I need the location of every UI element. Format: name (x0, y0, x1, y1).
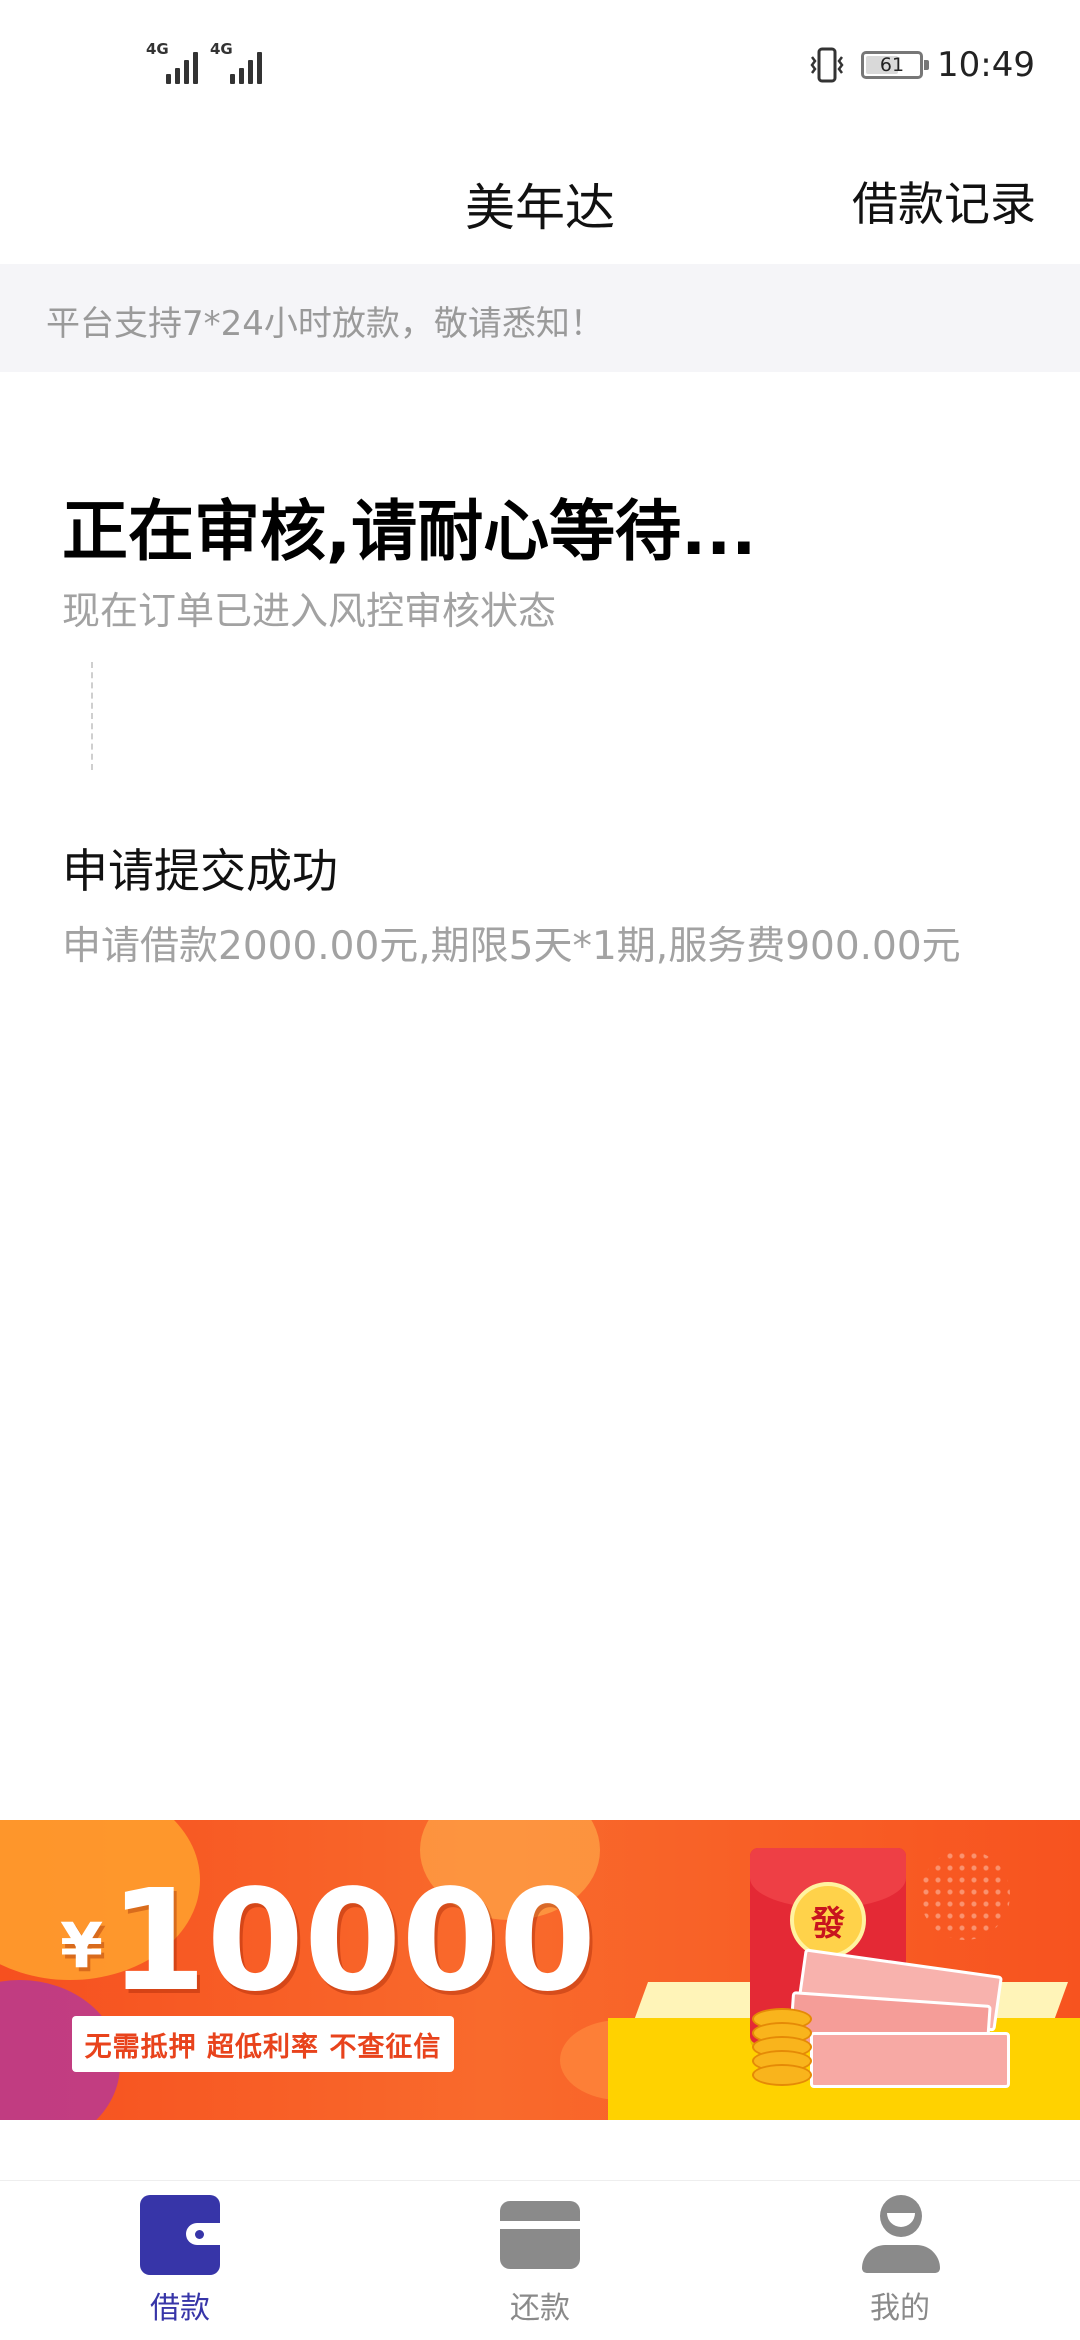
clock: 10:49 (937, 45, 1035, 85)
vibrate-icon (810, 47, 844, 83)
battery-level: 61 (879, 54, 905, 76)
tab-loan-label: 借款 (150, 2291, 210, 2326)
network-type-label: 4G (146, 40, 169, 58)
promo-banner[interactable]: ¥10000 无需抵押 超低利率 不查征信 發 (0, 1820, 1080, 2120)
notice-text: 平台支持7*24小时放款，敬请悉知！ (46, 304, 604, 344)
tab-me[interactable]: 我的 (800, 2195, 1000, 2335)
wallet-icon (140, 2195, 220, 2275)
banner-tagline: 无需抵押 超低利率 不查征信 (72, 2016, 454, 2072)
app-screen: 4G 4G 61 10:49 美年达 借款记录 平台支持7*24小时放款，敬请悉… (0, 0, 1080, 2340)
top-nav: 美年达 借款记录 (0, 140, 1080, 260)
review-status-title: 正在审核,请耐心等待... (62, 493, 757, 570)
decor-pattern (920, 1850, 1010, 1940)
currency-symbol: ¥ (60, 1909, 104, 1982)
bottom-tab-bar: 借款 还款 我的 (0, 2180, 1080, 2340)
coins-icon (752, 2008, 812, 2088)
signal-icon-2: 4G (210, 40, 262, 84)
card-icon (500, 2195, 580, 2275)
step-description: 申请借款2000.00元,期限5天*1期,服务费900.00元 (62, 924, 961, 969)
tab-repay[interactable]: 还款 (440, 2195, 640, 2335)
status-right: 61 10:49 (807, 40, 1035, 90)
tab-loan[interactable]: 借款 (80, 2195, 280, 2335)
notice-bar: 平台支持7*24小时放款，敬请悉知！ (0, 264, 1080, 372)
timeline-connector (91, 662, 93, 770)
user-icon (860, 2195, 940, 2275)
amount-value: 10000 (109, 1860, 597, 2023)
step-title: 申请提交成功 (62, 844, 338, 898)
cash-stack-icon (810, 2032, 1010, 2088)
tab-me-label: 我的 (870, 2291, 930, 2326)
loan-records-link[interactable]: 借款记录 (852, 168, 1036, 234)
review-status-description: 现在订单已进入风控审核状态 (62, 589, 557, 633)
battery-icon: 61 (861, 51, 930, 79)
envelope-seal: 發 (790, 1882, 866, 1958)
signal-icon: 4G (146, 40, 198, 84)
banner-amount: ¥10000 (60, 1872, 596, 2012)
status-bar: 4G 4G 61 10:49 (0, 0, 1080, 130)
tab-repay-label: 还款 (510, 2291, 570, 2326)
network-type-label-2: 4G (210, 40, 233, 58)
